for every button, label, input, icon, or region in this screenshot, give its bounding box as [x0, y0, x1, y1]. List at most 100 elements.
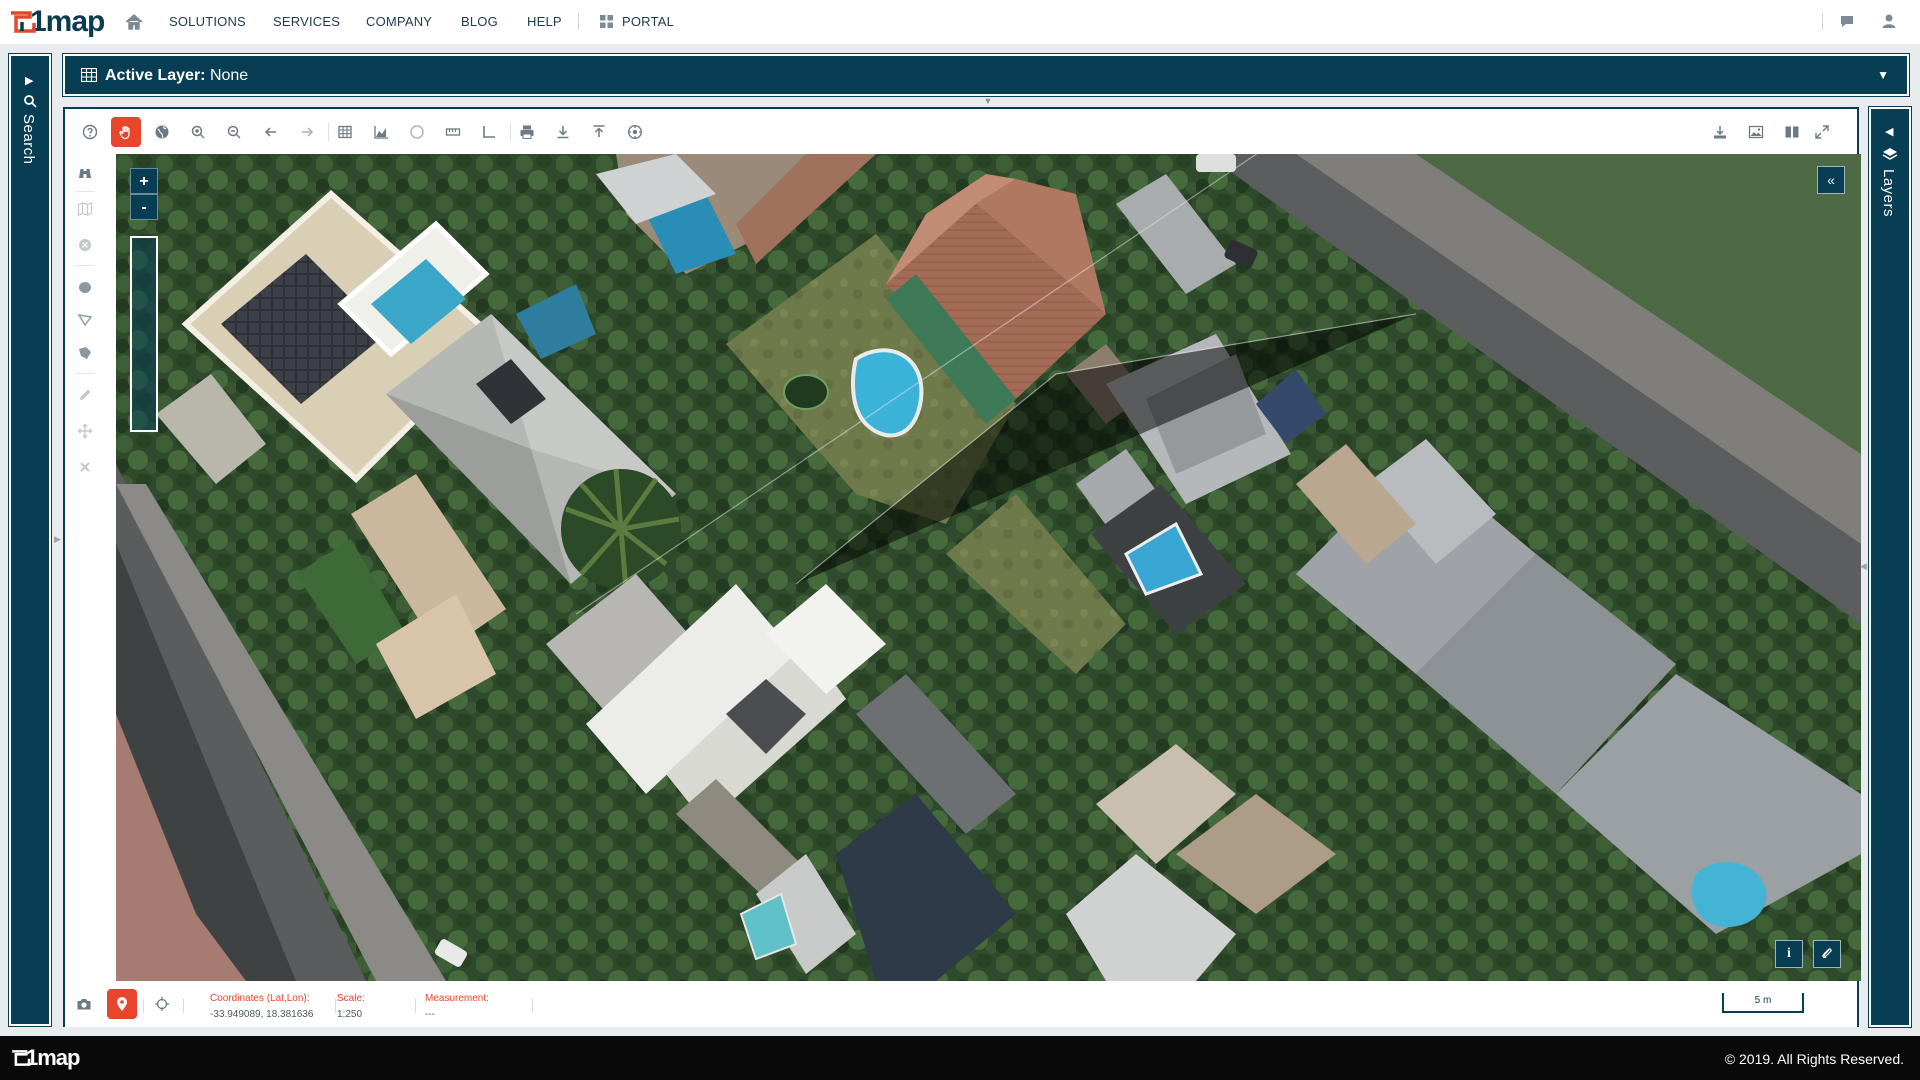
measurement-label: Measurement: — [425, 993, 489, 1004]
right-edge-arrow-icon[interactable]: ◀ — [1860, 561, 1867, 572]
status-divider — [183, 999, 184, 1013]
active-layer-bar[interactable]: Active Layer: None ▼ — [62, 53, 1910, 97]
expand-arrow-icon[interactable]: ▶ — [25, 74, 33, 87]
collapse-handle-icon[interactable]: ▼ — [980, 97, 996, 106]
left-edge-arrow-icon[interactable]: ▶ — [54, 534, 61, 545]
ruler-icon — [445, 128, 461, 136]
fullscreen-button[interactable] — [1807, 117, 1837, 147]
draw-polygon-button[interactable] — [71, 339, 99, 367]
fullscreen-icon — [1815, 125, 1829, 139]
copyright-text: © 2019. All Rights Reserved. — [1724, 1051, 1904, 1067]
measurement-value: --- — [425, 1009, 435, 1020]
chart-button[interactable] — [366, 117, 396, 147]
zoom-out-icon — [227, 125, 241, 139]
pencil-icon — [80, 389, 91, 400]
scale-value: 1:250 — [337, 1009, 363, 1020]
status-divider — [532, 999, 533, 1013]
export-map-button[interactable] — [1705, 117, 1735, 147]
collapse-panel-button[interactable]: « — [1817, 166, 1845, 194]
zoom-out-map-button[interactable]: - — [130, 194, 158, 220]
tool-divider — [75, 265, 95, 266]
help-button[interactable] — [75, 117, 105, 147]
map-frame: + - « i Coordinates (Lat,Lon): -33.94908… — [63, 107, 1861, 1027]
move-button[interactable] — [71, 417, 99, 445]
help-icon — [82, 124, 98, 140]
globe-icon — [155, 125, 169, 139]
upload-button[interactable] — [584, 117, 614, 147]
home-icon[interactable] — [124, 12, 144, 32]
circle-button[interactable] — [402, 117, 432, 147]
scale-bar-label: 5 m — [1754, 995, 1772, 1006]
draw-line-button[interactable] — [71, 306, 99, 334]
download-button[interactable] — [548, 117, 578, 147]
nav-portal[interactable]: PORTAL — [622, 14, 674, 29]
toolbar-divider — [510, 123, 511, 141]
map-icon — [77, 202, 93, 216]
pan-hand-icon — [119, 126, 130, 140]
ruler-button[interactable] — [438, 117, 468, 147]
nav-help[interactable]: HELP — [527, 14, 562, 29]
binoculars-icon — [79, 169, 91, 178]
status-divider — [143, 999, 144, 1013]
brand-logo[interactable]: 1map — [8, 5, 105, 38]
info-button[interactable]: i — [1775, 940, 1803, 968]
binoculars-button[interactable] — [71, 159, 99, 187]
user-icon[interactable] — [1880, 12, 1898, 30]
pan-button[interactable] — [111, 117, 141, 147]
nav-company[interactable]: COMPANY — [366, 14, 432, 29]
image-button[interactable] — [1741, 117, 1771, 147]
attach-button[interactable] — [1813, 940, 1841, 968]
drawing-toolbar — [65, 151, 105, 981]
layers-panel[interactable]: ◀ Layers — [1868, 106, 1912, 1028]
map-pin-icon — [117, 997, 127, 1011]
aerial-imagery — [116, 154, 1861, 981]
back-button[interactable] — [256, 117, 286, 147]
globe-button[interactable] — [147, 117, 177, 147]
chat-icon[interactable] — [1838, 12, 1856, 30]
layers-icon — [1882, 148, 1898, 160]
table-button[interactable] — [330, 117, 360, 147]
angle-button[interactable] — [474, 117, 504, 147]
clear-selection-button[interactable] — [71, 231, 99, 259]
zoom-in-button[interactable] — [183, 117, 213, 147]
circle-icon — [410, 125, 424, 139]
split-view-button[interactable] — [1777, 117, 1807, 147]
map-canvas[interactable]: + - « i — [116, 154, 1861, 981]
active-layer-title: Active Layer: — [105, 67, 206, 84]
forward-button[interactable] — [292, 117, 322, 147]
location-pin-button[interactable] — [107, 989, 137, 1019]
expand-left-arrow-icon[interactable]: ◀ — [1885, 125, 1893, 138]
delete-button[interactable] — [71, 453, 99, 481]
screenshot-button[interactable] — [69, 989, 99, 1019]
chart-icon — [374, 126, 388, 139]
search-icon — [24, 95, 37, 108]
nav-divider — [578, 13, 579, 30]
nav-services[interactable]: SERVICES — [273, 14, 340, 29]
coordinates-label: Coordinates (Lat,Lon): — [210, 993, 310, 1004]
search-panel[interactable]: ▶ Search — [8, 53, 52, 1027]
footer: 1map © 2019. All Rights Reserved. — [0, 1036, 1920, 1080]
zoom-slider[interactable] — [130, 236, 158, 432]
logo-mark-icon — [11, 11, 36, 33]
print-button[interactable] — [512, 117, 542, 147]
chevron-down-icon[interactable]: ▼ — [1877, 68, 1889, 82]
split-view-icon — [1785, 126, 1799, 138]
footer-logo[interactable]: 1map — [10, 1045, 80, 1071]
search-panel-label: Search — [20, 114, 37, 165]
paperclip-icon — [1822, 948, 1832, 959]
draw-polygon-icon — [79, 347, 91, 359]
crosshair-icon — [155, 997, 169, 1011]
draw-circle-button[interactable] — [71, 273, 99, 301]
nav-blog[interactable]: BLOG — [461, 14, 498, 29]
tool-divider — [75, 191, 95, 192]
settings-button[interactable] — [620, 117, 650, 147]
locate-me-button[interactable] — [147, 989, 177, 1019]
zoom-out-button[interactable] — [219, 117, 249, 147]
zoom-in-map-button[interactable]: + — [130, 168, 158, 194]
nav-solutions[interactable]: SOLUTIONS — [169, 14, 246, 29]
map-view-button[interactable] — [71, 195, 99, 223]
camera-icon — [77, 999, 91, 1010]
back-arrow-icon — [264, 127, 276, 137]
coordinates-value: -33.949089, 18.381636 — [210, 1009, 314, 1020]
edit-button[interactable] — [71, 381, 99, 409]
